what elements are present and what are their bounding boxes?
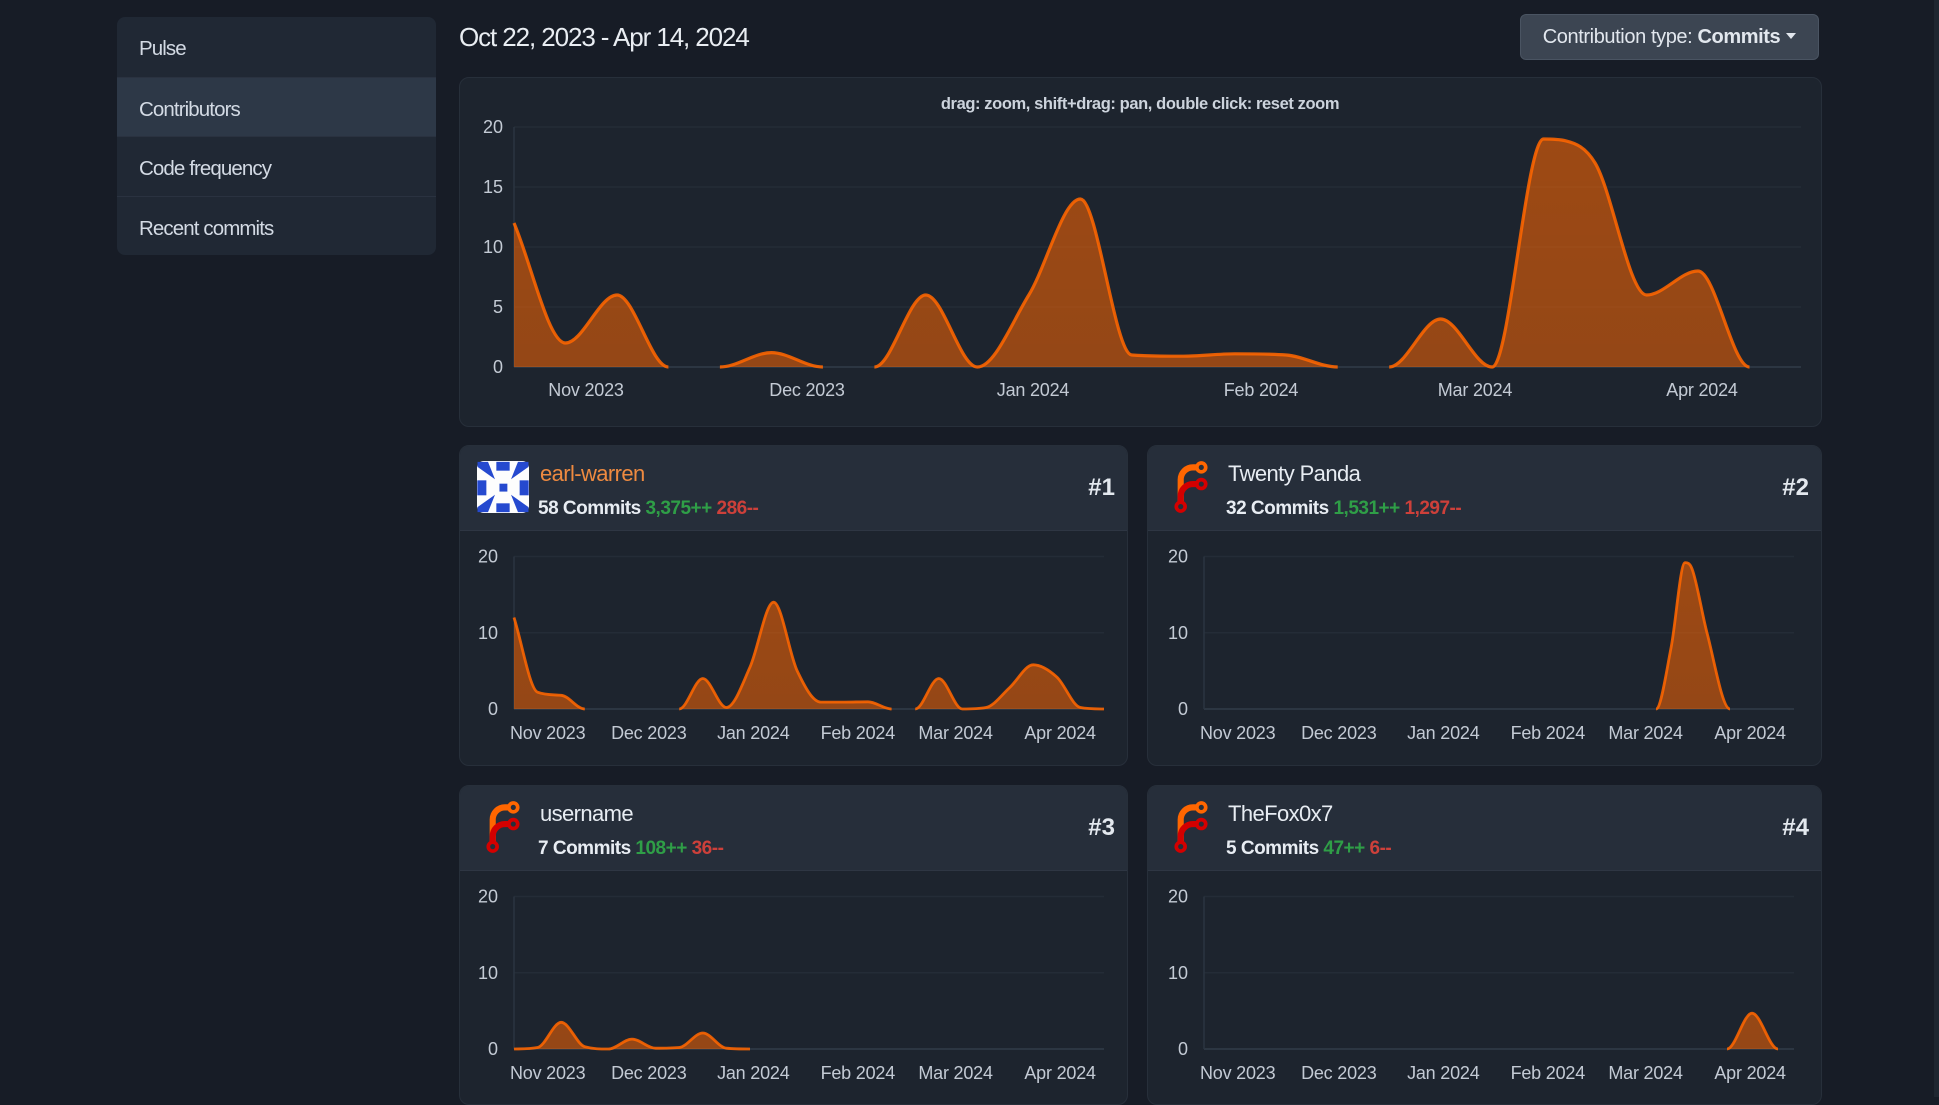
- svg-text:10: 10: [1168, 623, 1188, 643]
- svg-text:Mar 2024: Mar 2024: [1608, 723, 1683, 743]
- svg-text:Nov 2023: Nov 2023: [510, 1063, 586, 1083]
- svg-text:Apr 2024: Apr 2024: [1024, 723, 1096, 743]
- svg-text:20: 20: [478, 547, 498, 567]
- svg-text:Nov 2023: Nov 2023: [1200, 1063, 1276, 1083]
- svg-text:10: 10: [483, 237, 503, 257]
- svg-text:20: 20: [478, 887, 498, 907]
- svg-text:Nov 2023: Nov 2023: [548, 380, 624, 400]
- svg-text:Jan 2024: Jan 2024: [717, 1063, 790, 1083]
- svg-text:20: 20: [483, 117, 503, 137]
- svg-text:Jan 2024: Jan 2024: [1407, 723, 1480, 743]
- svg-text:20: 20: [1168, 887, 1188, 907]
- svg-text:Mar 2024: Mar 2024: [1438, 380, 1513, 400]
- svg-text:Apr 2024: Apr 2024: [1666, 380, 1738, 400]
- svg-text:Mar 2024: Mar 2024: [1608, 1063, 1683, 1083]
- svg-text:Dec 2023: Dec 2023: [769, 380, 845, 400]
- svg-text:0: 0: [493, 357, 503, 377]
- svg-text:20: 20: [1168, 547, 1188, 567]
- svg-text:Apr 2024: Apr 2024: [1714, 723, 1786, 743]
- svg-text:Nov 2023: Nov 2023: [510, 723, 586, 743]
- svg-text:Feb 2024: Feb 2024: [821, 1063, 896, 1083]
- svg-text:Feb 2024: Feb 2024: [1511, 723, 1586, 743]
- svg-text:10: 10: [1168, 963, 1188, 983]
- svg-text:Dec 2023: Dec 2023: [1301, 723, 1377, 743]
- svg-text:Feb 2024: Feb 2024: [1511, 1063, 1586, 1083]
- svg-text:Apr 2024: Apr 2024: [1714, 1063, 1786, 1083]
- svg-text:Apr 2024: Apr 2024: [1024, 1063, 1096, 1083]
- svg-text:Mar 2024: Mar 2024: [918, 723, 993, 743]
- svg-text:0: 0: [1178, 699, 1188, 719]
- svg-text:Mar 2024: Mar 2024: [918, 1063, 993, 1083]
- svg-text:Feb 2024: Feb 2024: [1224, 380, 1299, 400]
- svg-text:15: 15: [483, 177, 503, 197]
- svg-text:Jan 2024: Jan 2024: [1407, 1063, 1480, 1083]
- svg-text:drag: zoom, shift+drag: pan, d: drag: zoom, shift+drag: pan, double clic…: [941, 95, 1339, 113]
- svg-text:0: 0: [488, 1039, 498, 1059]
- svg-text:10: 10: [478, 623, 498, 643]
- svg-text:5: 5: [493, 297, 503, 317]
- svg-text:10: 10: [478, 963, 498, 983]
- svg-text:Jan 2024: Jan 2024: [997, 380, 1070, 400]
- svg-text:Dec 2023: Dec 2023: [611, 723, 687, 743]
- svg-text:Dec 2023: Dec 2023: [1301, 1063, 1377, 1083]
- svg-text:0: 0: [488, 699, 498, 719]
- svg-text:Nov 2023: Nov 2023: [1200, 723, 1276, 743]
- svg-text:Dec 2023: Dec 2023: [611, 1063, 687, 1083]
- svg-text:Jan 2024: Jan 2024: [717, 723, 790, 743]
- svg-text:Feb 2024: Feb 2024: [821, 723, 896, 743]
- svg-text:0: 0: [1178, 1039, 1188, 1059]
